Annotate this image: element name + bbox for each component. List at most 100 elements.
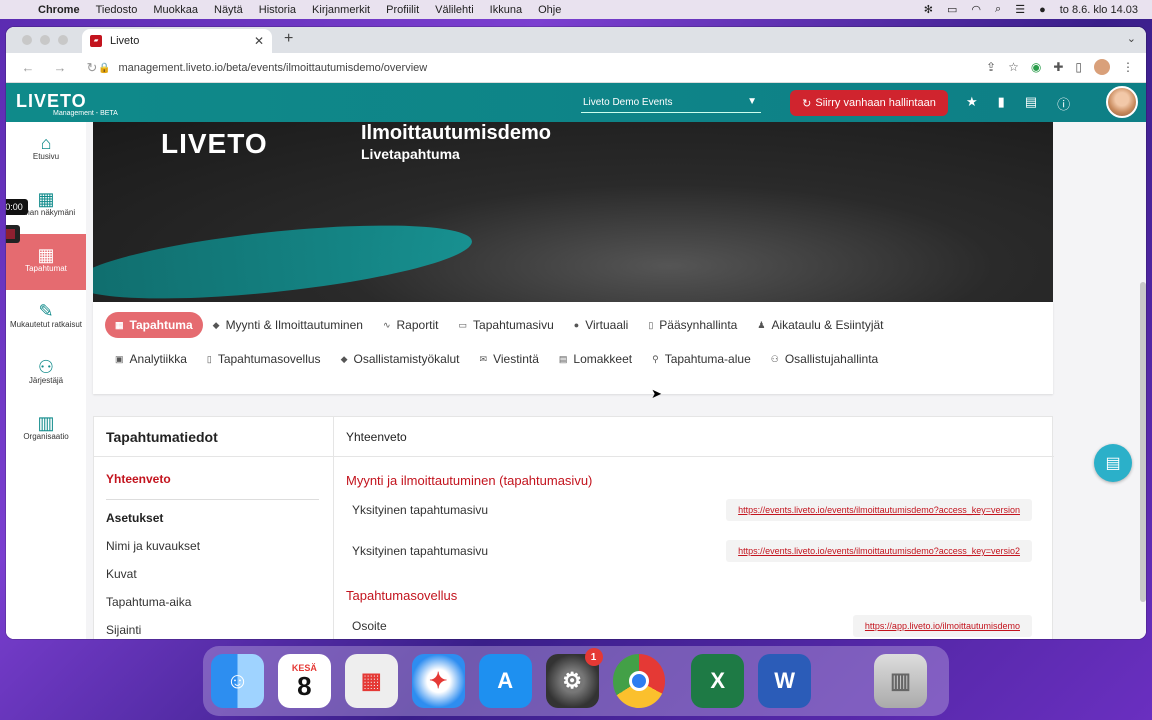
sidepanel-icon[interactable]: ▯ — [1075, 60, 1082, 74]
menu-item-images[interactable]: Kuvat — [94, 560, 333, 588]
launchpad-icon[interactable]: ▦ — [344, 654, 398, 708]
menu-item-summary[interactable]: Yhteenveto — [94, 465, 333, 493]
recording-timer[interactable]: 0:00 — [6, 199, 28, 215]
sidebar-item-custom-solutions[interactable]: ✎ Mukautetut ratkaisut — [6, 290, 86, 346]
user-avatar[interactable] — [1106, 86, 1138, 118]
app-store-icon[interactable]: A — [478, 654, 532, 708]
info-icon[interactable]: ⓘ — [1057, 94, 1070, 113]
page-scrollbar[interactable] — [1140, 282, 1146, 602]
private-page-link[interactable]: https://events.liveto.io/events/ilmoitta… — [726, 540, 1032, 562]
menu-item[interactable]: Ohje — [530, 4, 569, 16]
summary-title: Yhteenveto — [334, 417, 1054, 457]
tab-event[interactable]: ▦ Tapahtuma — [105, 312, 203, 338]
trash-icon[interactable]: ▥ — [874, 654, 927, 708]
chat-icon[interactable]: ▤ — [1025, 94, 1037, 113]
sidebar-item-organization[interactable]: ▥ Organisaatio — [6, 402, 86, 458]
finder-icon[interactable]: ☺ — [211, 654, 264, 708]
details-menu: Tapahtumatiedot Yhteenveto Asetukset Nim… — [94, 417, 334, 639]
divider — [106, 499, 319, 500]
details-menu-title: Tapahtumatiedot — [94, 417, 333, 457]
tab-analytics[interactable]: ▣ Analytiikka — [105, 346, 197, 372]
profile-avatar[interactable] — [1094, 59, 1110, 75]
puzzle-icon[interactable]: ✚ — [1053, 60, 1063, 74]
sidebar-item-label: Organisaatio — [23, 432, 69, 441]
excel-icon[interactable]: X — [691, 654, 745, 708]
private-page-link[interactable]: https://events.liveto.io/events/ilmoitta… — [726, 499, 1032, 521]
tab-engagement-tools[interactable]: ◆ Osallistamistyökalut — [331, 346, 470, 372]
tab-sales[interactable]: ◆ Myynti & Ilmoittautuminen — [203, 312, 373, 338]
chrome-center-icon — [628, 671, 649, 691]
menu-app-name[interactable]: Chrome — [30, 4, 88, 16]
system-preferences-icon[interactable]: ⚙ 1 — [545, 648, 603, 708]
gear-icon[interactable]: ✻ — [924, 3, 933, 16]
forward-icon[interactable]: → — [50, 60, 70, 75]
tab-virtual[interactable]: ● Virtuaali — [564, 312, 639, 338]
menu-item[interactable]: Välilehti — [427, 4, 482, 16]
menu-item[interactable]: Muokkaa — [145, 4, 206, 16]
event-select[interactable]: Liveto Demo Events ▼ — [581, 93, 761, 113]
app-address-link[interactable]: https://app.liveto.io/ilmoittautumisdemo — [852, 615, 1032, 637]
tab-reports[interactable]: ∿ Raportit — [373, 312, 449, 338]
control-center-icon[interactable]: ☰ — [1015, 3, 1025, 16]
extension-icon[interactable]: ◉ — [1031, 60, 1041, 74]
wifi-icon[interactable]: ◠ — [971, 3, 981, 16]
menu-item-event-time[interactable]: Tapahtuma-aika — [94, 588, 333, 616]
app-section-title: Tapahtumasovellus — [346, 588, 458, 603]
event-nav: ▦ Tapahtuma ◆ Myynti & Ilmoittautuminen ∿ R… — [93, 302, 1053, 394]
close-tab-icon[interactable]: ✕ — [254, 34, 264, 48]
stop-recording-button[interactable] — [6, 225, 20, 243]
zoom-window-icon[interactable] — [58, 35, 68, 45]
menu-item[interactable]: Kirjanmerkit — [304, 4, 378, 16]
tab-communication[interactable]: ✉ Viestintä — [470, 346, 549, 372]
address-bar[interactable]: 🔒 management.liveto.io/beta/events/ilmoi… — [98, 57, 1138, 79]
bookmark-icon[interactable]: ▮ — [998, 94, 1005, 113]
liveto-logo[interactable]: LIVETO Management - BETA — [16, 91, 118, 117]
refresh-icon: ↻ — [802, 97, 812, 110]
building-icon: ▥ — [37, 413, 55, 433]
clock[interactable]: to 8.6. klo 14.03 — [1060, 4, 1138, 16]
tab-search-chevron-icon[interactable]: ⌄ — [1127, 32, 1136, 45]
window-controls — [22, 35, 68, 45]
battery-icon[interactable]: ▭ — [947, 3, 957, 16]
tab-forms[interactable]: ▤ Lomakkeet — [549, 346, 642, 372]
more-menu-icon[interactable]: ⋮ — [1122, 60, 1134, 74]
menu-item[interactable]: Ikkuna — [482, 4, 530, 16]
old-management-button[interactable]: ↻ Siirry vanhaan hallintaan — [790, 90, 948, 116]
sidebar-item-home[interactable]: ⌂ Etusivu — [6, 122, 86, 178]
star-icon[interactable]: ★ — [966, 94, 978, 113]
browser-tab[interactable]: ▰ Liveto ✕ — [82, 29, 272, 53]
back-icon[interactable]: ← — [18, 60, 38, 75]
share-icon[interactable]: ⇪ — [986, 60, 996, 74]
menu-item-names[interactable]: Nimi ja kuvaukset — [94, 532, 333, 560]
tab-event-area[interactable]: ⚲ Tapahtuma-alue — [642, 346, 761, 372]
close-window-icon[interactable] — [22, 35, 32, 45]
sidebar-item-organizer[interactable]: ⚇ Järjestäjä — [6, 346, 86, 402]
logo-subtitle: Management - BETA — [53, 110, 118, 117]
safari-icon[interactable]: ✦ — [411, 654, 465, 708]
tab-schedule[interactable]: ♟ Aikataulu & Esiintyjät — [747, 312, 893, 338]
menu-item[interactable]: Historia — [251, 4, 304, 16]
notification-badge: 1 — [584, 648, 603, 666]
calendar-app-icon[interactable]: KESÄ 8 — [277, 654, 331, 708]
siri-icon[interactable]: ● — [1039, 4, 1046, 16]
tab-event-page[interactable]: ▭ Tapahtumasivu — [449, 312, 564, 338]
word-icon[interactable]: W — [758, 654, 812, 708]
globe-icon: ● — [573, 320, 580, 330]
menu-item[interactable]: Tiedosto — [88, 4, 146, 16]
chrome-icon[interactable] — [612, 654, 666, 708]
support-chat-button[interactable]: ▤ — [1094, 444, 1132, 482]
minimize-window-icon[interactable] — [40, 35, 50, 45]
menu-item-location[interactable]: Sijainti — [94, 616, 333, 639]
menu-item[interactable]: Näytä — [206, 4, 251, 16]
sidebar-item-label: Etusivu — [32, 152, 60, 161]
search-icon[interactable]: ⌕ — [995, 3, 1001, 16]
bookmark-star-icon[interactable]: ☆ — [1008, 60, 1019, 74]
lock-icon[interactable]: 🔒 — [98, 63, 110, 74]
tab-label: Pääsynhallinta — [659, 318, 738, 332]
tab-event-app[interactable]: ▯ Tapahtumasovellus — [197, 346, 331, 372]
new-tab-icon[interactable]: + — [284, 30, 293, 48]
tab-attendee-management[interactable]: ⚇ Osallistujahallinta — [761, 346, 888, 372]
menu-item[interactable]: Profiilit — [378, 4, 427, 16]
tab-title: Liveto — [110, 35, 140, 47]
tab-access-control[interactable]: ▯ Pääsynhallinta — [638, 312, 747, 338]
